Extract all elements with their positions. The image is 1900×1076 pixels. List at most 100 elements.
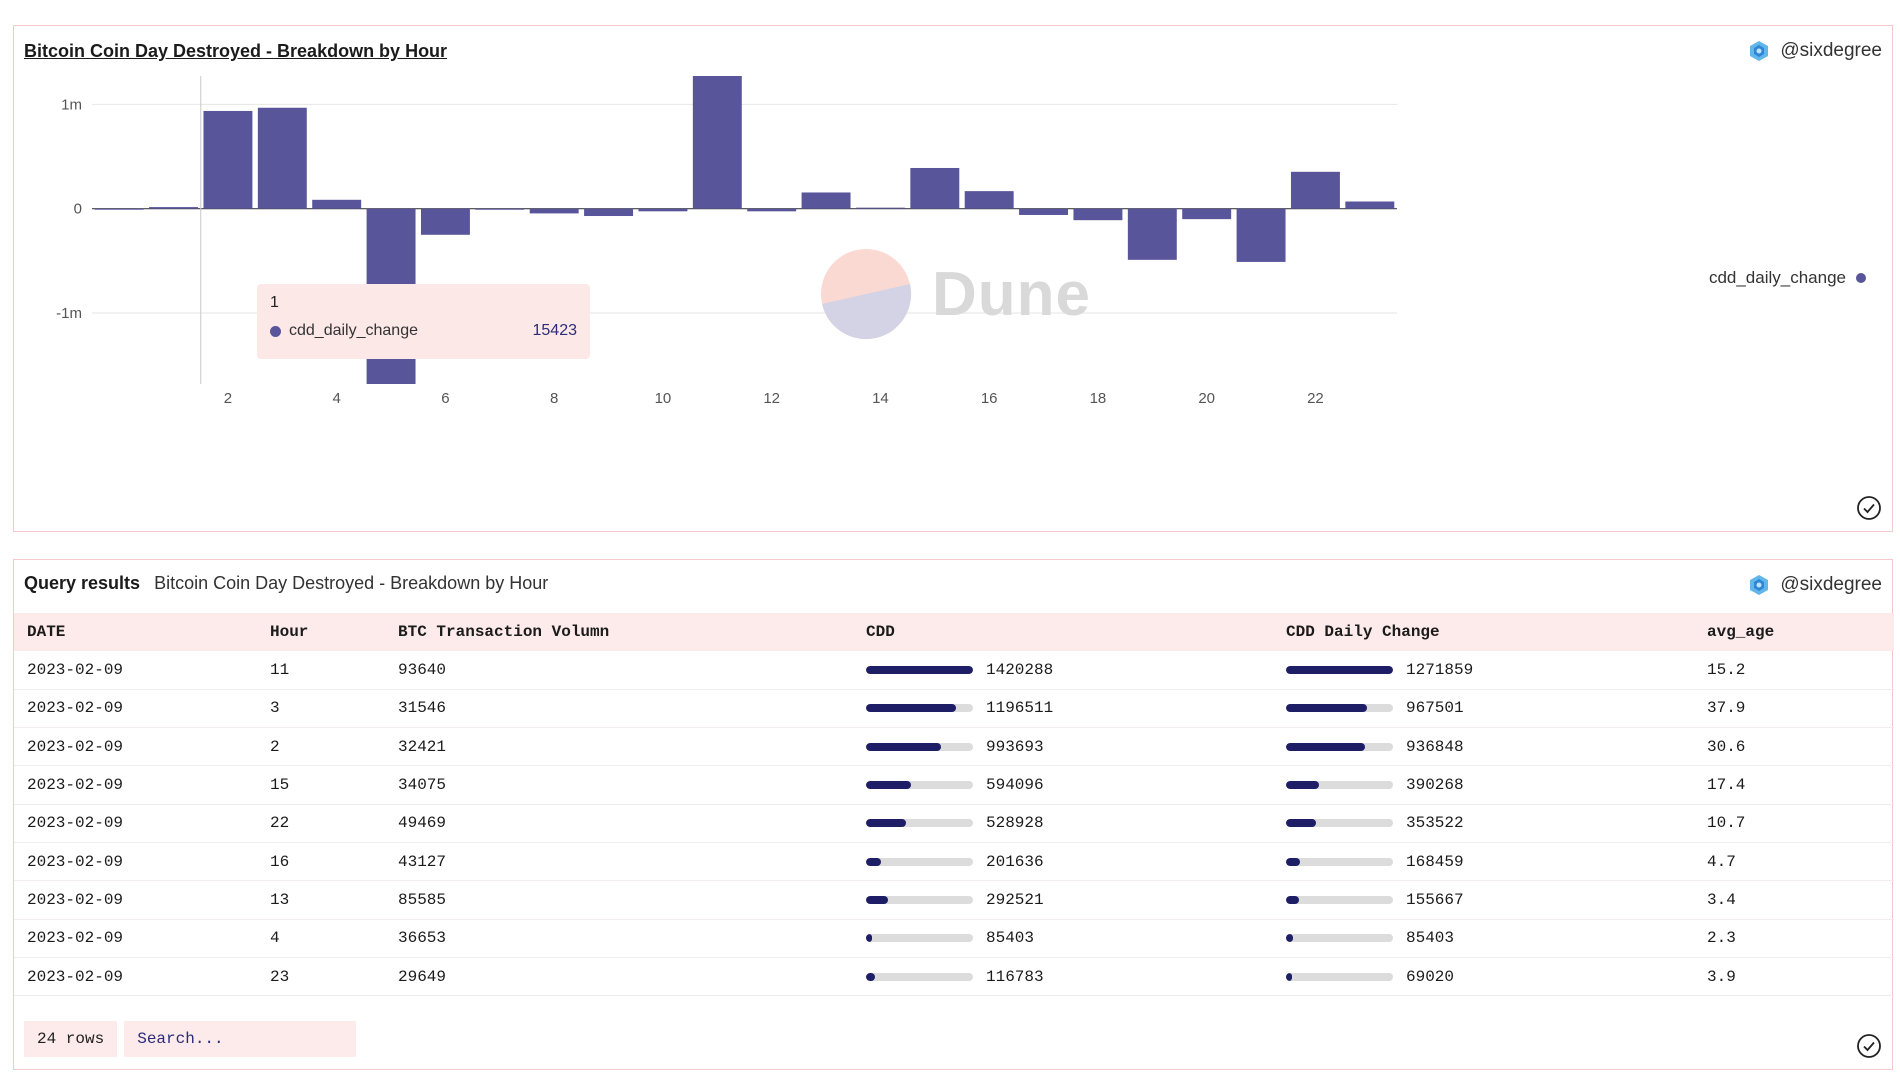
cell-cdd-daily-change: 69020	[1273, 957, 1694, 995]
column-header-avg-age[interactable]: avg_age	[1694, 613, 1894, 651]
table-body: 2023-02-09 11 93640 1420288 1271859 15.2 2023-…	[14, 651, 1894, 996]
table-row[interactable]: 2023-02-09 2 32421 993693 936848 30.6	[14, 728, 1894, 766]
cell-cdd: 116783	[853, 957, 1273, 995]
x-tick-label: 10	[655, 390, 672, 407]
cell-cdd-daily-change: 85403	[1273, 919, 1694, 957]
x-tick-label: 4	[333, 390, 341, 407]
row-count: 24 rows	[24, 1021, 118, 1057]
cdd-change-value: 353522	[1406, 814, 1464, 833]
cell-avg-age: 4.7	[1707, 852, 1736, 871]
table-header-row: DATE Hour BTC Transaction Volumn CDD CDD…	[14, 613, 1894, 651]
cdd-change-value: 936848	[1406, 737, 1464, 756]
table-row[interactable]: 2023-02-09 11 93640 1420288 1271859 15.2	[14, 651, 1894, 690]
cell-hour: 3	[270, 699, 280, 718]
cell-hour: 13	[270, 890, 290, 909]
query-results-label: Query results	[24, 573, 141, 593]
table-row[interactable]: 2023-02-09 13 85585 292521 155667 3.4	[14, 881, 1894, 920]
cdd-value: 1420288	[986, 660, 1054, 679]
cell-avg-age: 37.9	[1707, 699, 1746, 718]
cell-hour: 11	[270, 660, 290, 679]
cdd-value: 292521	[986, 890, 1044, 909]
table-row[interactable]: 2023-02-09 15 34075 594096 390268 17.4	[14, 766, 1894, 805]
bar	[801, 192, 851, 209]
author-avatar-icon	[1750, 575, 1769, 595]
cell-hour: 4	[270, 929, 280, 948]
bar	[638, 208, 688, 212]
cdd-change-bar	[1286, 742, 1393, 751]
y-tick-label: 0	[74, 201, 82, 218]
cdd-change-bar	[1286, 819, 1393, 828]
cdd-change-cell: 1271859	[1286, 661, 1694, 679]
cell-avg-age: 17.4	[1707, 776, 1746, 795]
cdd-change-value: 168459	[1406, 852, 1464, 871]
cdd-change-cell: 155667	[1286, 891, 1694, 909]
query-results-title[interactable]: Bitcoin Coin Day Destroyed - Breakdown b…	[154, 573, 548, 594]
column-header-date[interactable]: DATE	[14, 613, 257, 651]
column-header-volume[interactable]: BTC Transaction Volumn	[385, 613, 853, 651]
cell-avg-age: 10.7	[1707, 814, 1746, 833]
table-row[interactable]: 2023-02-09 23 29649 116783 69020 3.9	[14, 957, 1894, 996]
table-row[interactable]: 2023-02-09 3 31546 1196511 967501 37.9	[14, 689, 1894, 728]
cdd-bar	[866, 934, 973, 943]
table-footer: 24 rows	[24, 1021, 357, 1057]
cdd-change-bar-fill	[1286, 857, 1301, 866]
cdd-bar	[866, 704, 973, 713]
cdd-change-bar	[1286, 895, 1393, 904]
bar	[584, 208, 634, 217]
cdd-bar	[866, 742, 973, 751]
cdd-bar	[866, 972, 973, 981]
chart-panel: Bitcoin Coin Day Destroyed - Breakdown b…	[13, 25, 1893, 532]
cell-volume: 31546	[398, 699, 447, 718]
bar	[420, 208, 470, 235]
cdd-cell: 116783	[866, 968, 1273, 986]
cdd-bar	[866, 819, 973, 828]
check-circle-icon[interactable]	[1856, 495, 1882, 521]
bar	[475, 208, 525, 210]
cdd-change-value: 155667	[1406, 890, 1464, 909]
cell-volume: 85585	[398, 890, 447, 909]
search-input[interactable]	[124, 1021, 357, 1057]
cdd-change-cell: 353522	[1286, 814, 1694, 832]
cell-date: 2023-02-09	[27, 699, 124, 718]
x-tick-label: 16	[981, 390, 998, 407]
table-row[interactable]: 2023-02-09 22 49469 528928 353522 10.7	[14, 804, 1894, 843]
bar	[1073, 208, 1123, 221]
check-circle-icon[interactable]	[1856, 1033, 1882, 1059]
x-tick-label: 6	[441, 390, 449, 407]
column-header-cdd[interactable]: CDD	[853, 613, 1273, 651]
table-row[interactable]: 2023-02-09 4 36653 85403 85403 2.3	[14, 919, 1894, 958]
cdd-value: 528928	[986, 814, 1044, 833]
cdd-change-value: 85403	[1406, 929, 1455, 948]
cell-hour: 16	[270, 852, 290, 871]
cdd-change-bar	[1286, 857, 1393, 866]
bar-chart: 1m 0 -1m 2 4 6 8 10 12 14 16 18 20 22	[56, 76, 1397, 407]
cell-hour: 15	[270, 776, 290, 795]
cell-cdd: 201636	[853, 842, 1273, 880]
bar	[747, 208, 797, 212]
cdd-change-bar-fill	[1286, 972, 1292, 981]
cdd-change-bar-fill	[1286, 934, 1294, 943]
chart-legend-item[interactable]: cdd_daily_change	[1709, 268, 1866, 288]
tooltip-row: cdd_daily_change 15423	[270, 322, 577, 340]
cell-cdd-daily-change: 1271859	[1273, 651, 1694, 689]
cdd-change-bar-fill	[1286, 665, 1393, 674]
cdd-change-bar-fill	[1286, 781, 1319, 790]
table-row[interactable]: 2023-02-09 16 43127 201636 168459 4.7	[14, 842, 1894, 881]
table-author[interactable]: @sixdegree	[1748, 574, 1882, 596]
x-tick-label: 8	[550, 390, 558, 407]
cdd-cell: 993693	[866, 738, 1273, 756]
cdd-value: 201636	[986, 852, 1044, 871]
bar	[1127, 208, 1177, 260]
cdd-change-bar	[1286, 934, 1393, 943]
column-header-cdd-daily-change[interactable]: CDD Daily Change	[1273, 613, 1694, 651]
cell-cdd: 993693	[853, 728, 1273, 766]
cell-cdd-daily-change: 353522	[1273, 804, 1694, 842]
bar	[529, 208, 579, 214]
cdd-change-cell: 69020	[1286, 968, 1694, 986]
cell-cdd: 528928	[853, 804, 1273, 842]
bar	[1290, 171, 1340, 209]
bar	[692, 76, 742, 209]
cdd-value: 116783	[986, 967, 1044, 986]
column-header-hour[interactable]: Hour	[257, 613, 385, 651]
cdd-change-bar	[1286, 972, 1393, 981]
